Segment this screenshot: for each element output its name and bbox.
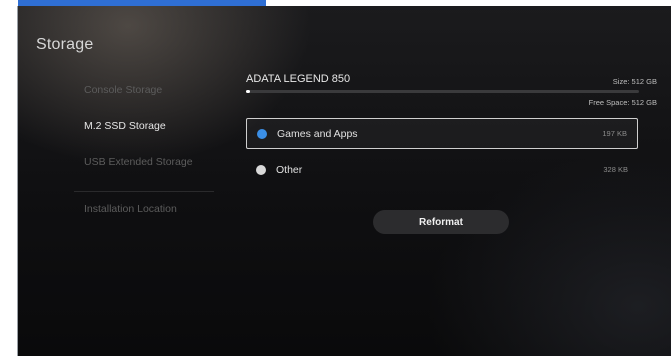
device-size: Size: 512 GB — [612, 77, 657, 86]
category-label: Other — [276, 163, 303, 176]
other-dot-icon — [256, 164, 266, 175]
device-free-space: Free Space: 512 GB — [588, 98, 657, 107]
sidebar-item-m2-ssd-storage[interactable]: M.2 SSD Storage — [84, 120, 166, 132]
games-and-apps-dot-icon — [257, 128, 267, 139]
reformat-button[interactable]: Reformat — [373, 210, 509, 234]
category-row-other[interactable]: Other 328 KB — [246, 154, 638, 185]
category-label: Games and Apps — [277, 127, 358, 140]
category-size: 328 KB — [603, 165, 628, 174]
device-name: ADATA LEGEND 850 — [246, 73, 351, 85]
sidebar-item-usb-extended-storage[interactable]: USB Extended Storage — [84, 156, 193, 168]
storage-usage-bar — [246, 90, 639, 93]
sidebar-item-console-storage[interactable]: Console Storage — [84, 84, 162, 96]
sidebar-divider — [74, 191, 214, 192]
category-row-games-and-apps[interactable]: Games and Apps 197 KB — [246, 118, 638, 149]
storage-usage-fill — [246, 90, 250, 93]
storage-screen: Storage Console Storage M.2 SSD Storage … — [18, 6, 671, 356]
page-title: Storage — [36, 36, 94, 53]
category-size: 197 KB — [602, 129, 627, 138]
sidebar-item-installation-location[interactable]: Installation Location — [84, 203, 177, 215]
